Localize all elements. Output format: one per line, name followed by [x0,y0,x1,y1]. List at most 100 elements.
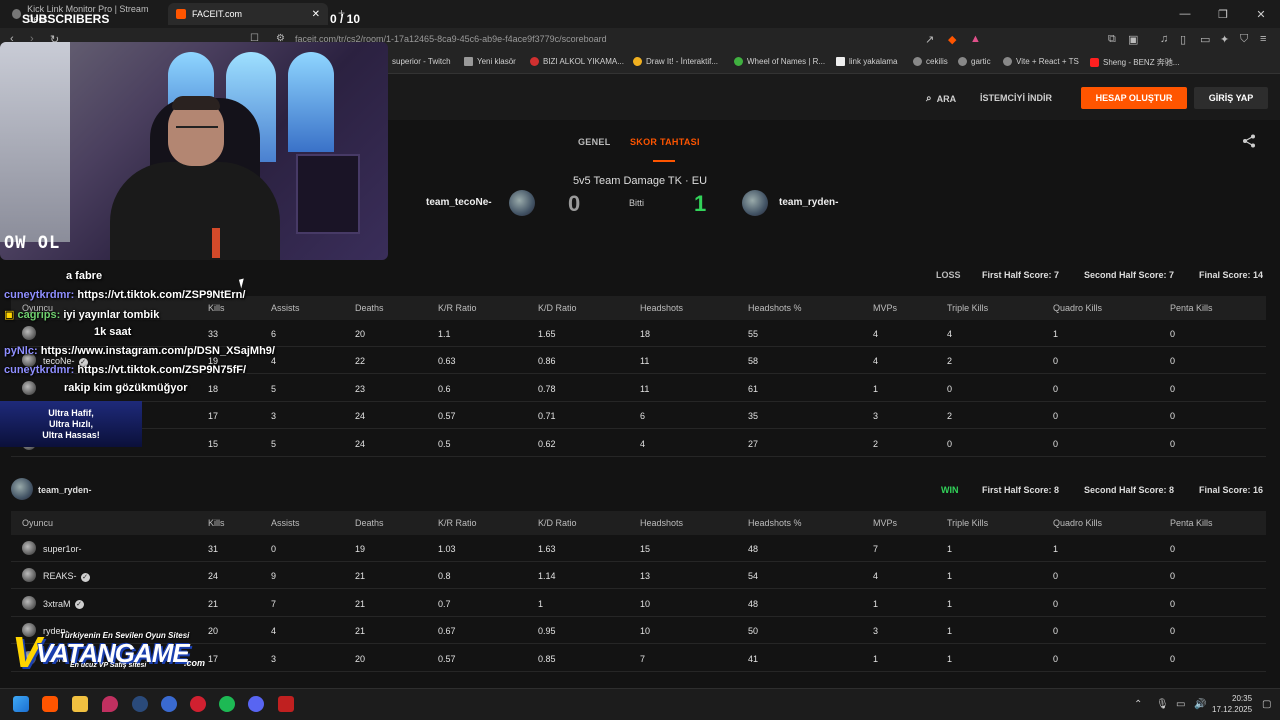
team2-avatar[interactable] [742,190,768,216]
player-avatar[interactable] [22,326,36,340]
stat-cell: 1 [873,598,879,609]
bookmark-item[interactable]: Yeni klasör [464,57,516,66]
stat-cell: 6 [271,329,277,339]
stat-cell: 20 [208,626,219,637]
spotify-icon[interactable] [219,696,235,712]
player-avatar[interactable] [22,595,36,610]
brave-rewards-icon[interactable]: ▲ [970,33,981,45]
stat-cell: 21 [208,598,219,609]
column-header: Headshots % [748,518,802,528]
brave-shield-icon[interactable]: ◆ [948,33,956,46]
app-icon[interactable] [161,696,177,712]
notifications-icon[interactable]: ▢ [1262,699,1271,710]
tab-scoreboard[interactable]: SKOR TAHTASI [630,137,700,147]
tray-expand-icon[interactable]: ⌃ [1134,699,1142,710]
column-header: Quadro Kills [1053,303,1103,313]
sub-badge-icon: ▣ [4,309,15,321]
share-icon[interactable] [1242,134,1256,148]
stat-cell: 24 [208,571,219,582]
location-app-icon[interactable] [102,696,118,712]
bookmark-item[interactable]: BIZI ALKOL YIKAMA... [530,57,624,66]
stat-cell: 1 [947,544,953,554]
webcam-light-panel [288,52,334,152]
menu-icon[interactable]: ≡ [1260,33,1266,45]
player-name[interactable]: REAKS- ✓ [43,571,90,582]
stat-cell: 13 [640,571,651,582]
stat-cell: 0 [1170,356,1176,367]
team1-score: 0 [568,191,581,216]
download-client-link[interactable]: İSTEMCİYİ İNDİR [980,93,1052,103]
stat-cell: 1 [873,653,879,664]
bookmark-item[interactable]: link yakalama [836,57,897,66]
sidebar-icon[interactable]: ▯ [1180,33,1186,46]
bookmark-item[interactable]: Draw It! - İnteraktif... [633,57,718,66]
music-icon[interactable]: ♫ [1160,33,1168,45]
stat-cell: 1.1 [438,329,451,339]
stat-cell: 23 [355,383,366,394]
team1-avatar[interactable] [509,190,535,216]
search-button[interactable]: ⌕ ARA [926,93,956,104]
stat-cell: 0 [1053,626,1059,637]
discord-icon[interactable] [248,696,264,712]
clock-time[interactable]: 20:35 [1232,694,1252,703]
tab-faceit[interactable]: FACEIT.com ✕ [168,3,328,25]
app-icon[interactable] [190,696,206,712]
brave-icon[interactable] [42,696,58,712]
register-button[interactable]: HESAP OLUŞTUR [1081,87,1187,109]
bookmark-item[interactable]: superior - Twitch [392,57,451,66]
bookmark-item[interactable]: Sheng - BENZ 奔驰... [1090,57,1179,68]
stat-cell: 5 [271,383,277,394]
wallet-icon[interactable]: ▭ [1200,33,1210,46]
player-name[interactable]: 3xtraM ✓ [43,599,84,609]
webcam-overlay [0,42,388,260]
player-avatar[interactable] [22,380,36,395]
stat-cell: 0.57 [438,411,456,422]
chat-message: ▣ cagrıps: iyi yayınlar tombik [4,309,160,321]
screenshot-icon[interactable]: ▣ [1128,33,1138,46]
stat-cell: 9 [271,571,277,582]
tab-overview[interactable]: GENEL [578,137,611,147]
player-avatar[interactable] [22,541,36,555]
verified-icon: ✓ [80,572,90,582]
microphone-icon[interactable]: 🎙 [1156,699,1169,710]
bookmark-item[interactable]: Wheel of Names | R... [734,57,825,66]
stat-cell: 48 [748,544,759,554]
stat-cell: 7 [271,598,277,609]
network-icon[interactable]: ▭ [1176,699,1185,710]
leo-ai-icon[interactable]: ✦ [1220,33,1229,46]
chat-message: cuneytkrdmr: https://vt.tiktok.com/ZSP9N… [4,364,247,376]
start-icon[interactable] [13,696,29,712]
team2-table-name[interactable]: team_ryden- [38,485,92,495]
close-window-icon[interactable]: ✕ [1242,0,1280,28]
extensions-icon[interactable]: ⧉ [1108,33,1116,46]
player-name[interactable]: super1or- [43,544,82,554]
share-page-icon[interactable]: ↗ [925,33,934,46]
row-divider [11,615,1266,617]
stat-cell: 3 [873,411,879,422]
file-explorer-icon[interactable] [72,696,88,712]
vpn-icon[interactable]: ⛉ [1240,33,1248,46]
player-avatar[interactable] [22,568,36,583]
bookmark-item[interactable]: gartic [958,57,991,66]
team2-name[interactable]: team_ryden- [779,197,838,208]
bookmark-item[interactable]: Vite + React + TS [1003,57,1079,66]
clock-date[interactable]: 17.12.2025 [1212,705,1252,714]
maximize-icon[interactable]: ❐ [1204,0,1242,28]
bookmark-item[interactable]: cekilis [913,57,948,66]
team1-second-half: Second Half Score: 7 [1084,270,1175,280]
column-header: MVPs [873,303,898,313]
close-tab-icon[interactable]: ✕ [312,9,320,20]
stat-cell: 0.57 [438,653,456,664]
promo-banner: Ultra Hafif, Ultra Hızlı, Ultra Hassas! [0,401,142,447]
stat-cell: 1 [947,653,953,664]
minimize-icon[interactable]: — [1166,0,1204,28]
obs-app-icon[interactable] [278,696,294,712]
column-header: Penta Kills [1170,518,1213,528]
stat-cell: 1 [947,626,953,637]
login-button[interactable]: GİRİŞ YAP [1194,87,1268,109]
team1-name[interactable]: team_tecoNe- [426,197,492,208]
globe-icon [958,57,967,66]
steam-icon[interactable] [132,696,148,712]
volume-icon[interactable]: 🔊 [1194,699,1206,710]
team2-table-avatar[interactable] [11,478,33,500]
